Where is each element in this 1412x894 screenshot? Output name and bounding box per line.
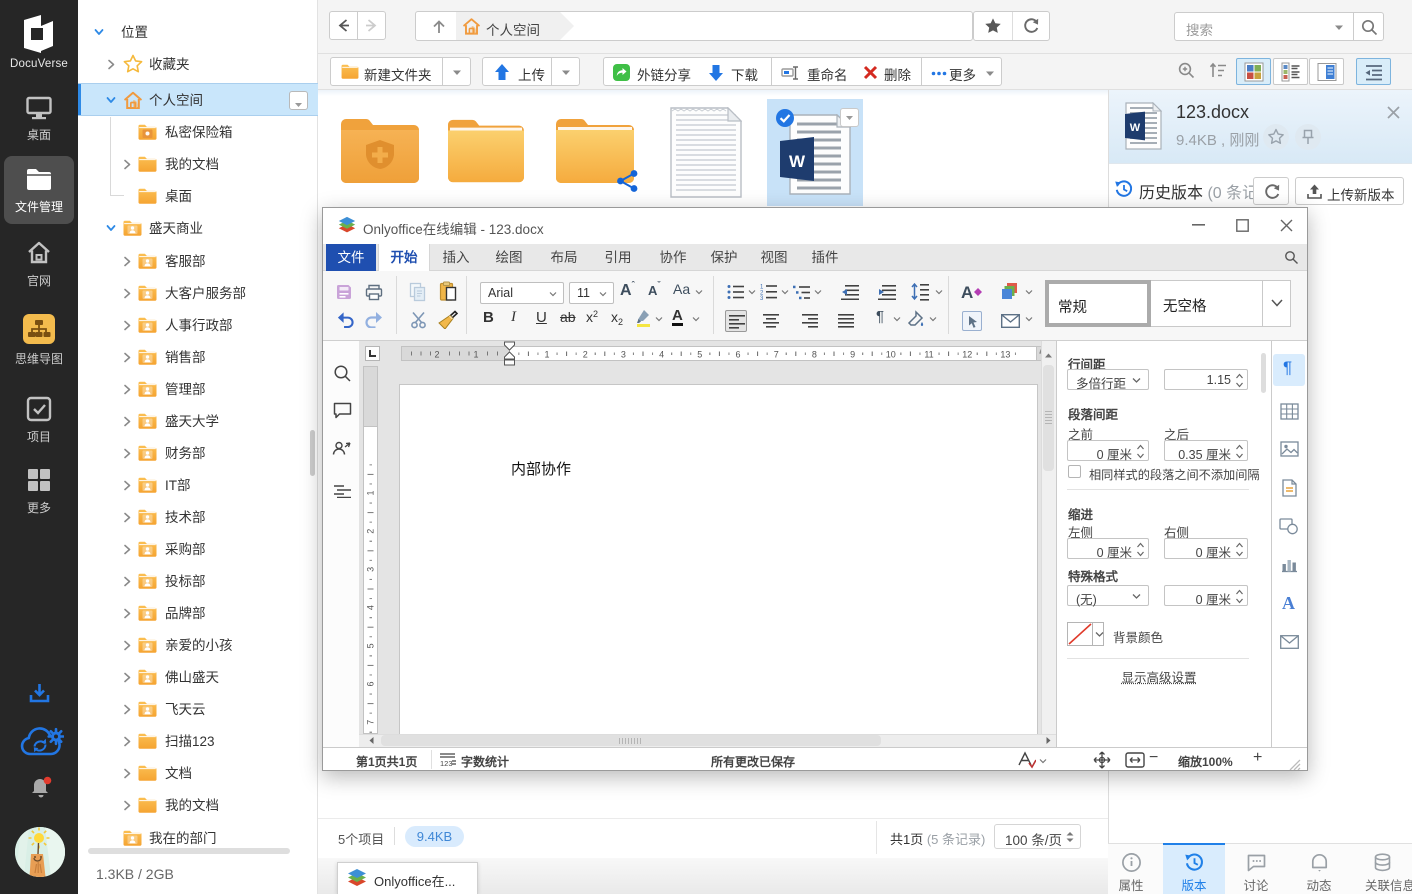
- svg-text:1: 1: [544, 350, 549, 360]
- svg-text:1: 1: [366, 490, 376, 495]
- svg-text:9: 9: [850, 350, 855, 360]
- svg-text:4: 4: [366, 605, 376, 610]
- svg-text:11: 11: [924, 350, 933, 360]
- svg-text:6: 6: [735, 350, 740, 360]
- svg-text:5: 5: [697, 350, 702, 360]
- svg-text:2: 2: [434, 350, 439, 360]
- svg-text:8: 8: [812, 350, 817, 360]
- svg-text:3: 3: [366, 567, 376, 572]
- svg-text:A: A: [1282, 593, 1295, 612]
- svg-text:5: 5: [366, 643, 376, 648]
- svg-text:A: A: [961, 283, 973, 302]
- svg-text:2: 2: [583, 350, 588, 360]
- svg-text:4: 4: [659, 350, 664, 360]
- svg-text:7: 7: [774, 350, 779, 360]
- svg-text:3: 3: [621, 350, 626, 360]
- svg-text:12: 12: [962, 350, 972, 360]
- svg-text:W: W: [789, 152, 806, 171]
- svg-text:7: 7: [366, 720, 376, 725]
- svg-text:2: 2: [366, 529, 376, 534]
- svg-text:3: 3: [760, 296, 764, 300]
- svg-text:10: 10: [886, 350, 896, 360]
- svg-text:W: W: [1130, 122, 1141, 134]
- svg-text:1: 1: [473, 350, 478, 360]
- svg-text:13: 13: [1000, 350, 1010, 360]
- svg-text:6: 6: [366, 681, 376, 686]
